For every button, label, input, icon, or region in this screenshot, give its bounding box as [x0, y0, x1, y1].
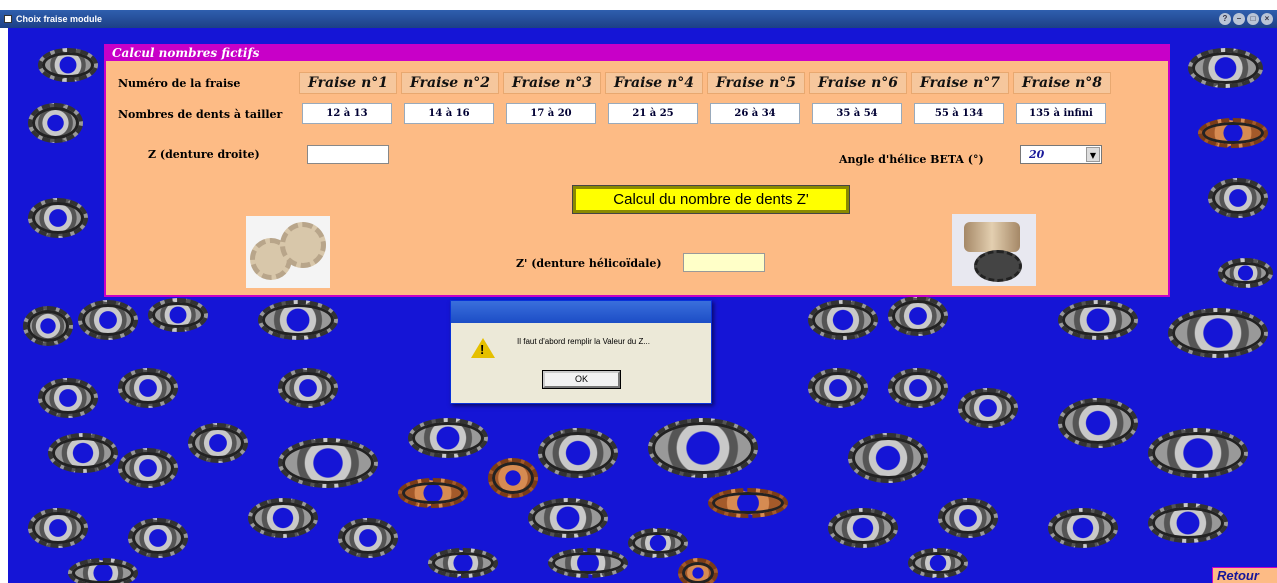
- beta-value: 20: [1029, 148, 1045, 161]
- fraise-header-8: Fraise n°8: [1013, 72, 1111, 94]
- cutter-image: [888, 296, 948, 336]
- cutter-image: [648, 418, 758, 478]
- teeth-range-1: 12 à 13: [302, 103, 392, 124]
- z-label: Z (denture droite): [148, 148, 260, 161]
- teeth-range-6: 35 à 54: [812, 103, 902, 124]
- cutter-image: [1188, 48, 1263, 88]
- cutter-image: [678, 558, 718, 583]
- app-icon: [4, 15, 12, 23]
- cutter-image: [398, 478, 468, 508]
- beta-select[interactable]: 20 ▼: [1020, 145, 1102, 164]
- cutter-image: [188, 423, 248, 463]
- cutter-image: [628, 528, 688, 558]
- zprime-label: Z' (denture hélicoïdale): [516, 257, 662, 270]
- cutter-image: [28, 103, 83, 143]
- maximize-icon[interactable]: □: [1247, 13, 1259, 25]
- teeth-range-4: 21 à 25: [608, 103, 698, 124]
- cutter-image: [248, 498, 318, 538]
- gear-icon: [280, 222, 326, 268]
- cutter-image: [808, 300, 878, 340]
- cutter-image: [1198, 118, 1268, 148]
- fraise-header-6: Fraise n°6: [809, 72, 907, 94]
- cutter-image: [68, 558, 138, 583]
- cutter-image: [28, 508, 88, 548]
- cutter-image: [848, 433, 928, 483]
- cutter-image: [938, 498, 998, 538]
- ok-button[interactable]: OK: [542, 370, 621, 389]
- fraise-header-2: Fraise n°2: [401, 72, 499, 94]
- cutter-image: [258, 300, 338, 340]
- teeth-range-7: 55 à 134: [914, 103, 1004, 124]
- cutter-image: [488, 458, 538, 498]
- cutter-image: [538, 428, 618, 478]
- cutter-image: [828, 508, 898, 548]
- fraise-header-4: Fraise n°4: [605, 72, 703, 94]
- cutter-image: [1048, 508, 1118, 548]
- cutter-image: [48, 433, 118, 473]
- fraise-number-label: Numéro de la fraise: [118, 77, 241, 90]
- cutter-image: [548, 548, 628, 578]
- window-titlebar: Choix fraise module ? – □ ×: [0, 10, 1277, 28]
- cutter-image: [38, 378, 98, 418]
- cutter-image: [278, 368, 338, 408]
- cutter-image: [908, 548, 968, 578]
- cutter-image: [888, 368, 948, 408]
- cutter-image: [958, 388, 1018, 428]
- cutter-image: [1218, 258, 1273, 288]
- cutter-image: [1058, 300, 1138, 340]
- beta-label: Angle d'hélice BETA (°): [839, 153, 984, 166]
- cutter-image: [28, 198, 88, 238]
- cutter-image: [78, 300, 138, 340]
- retour-button[interactable]: Retour: [1212, 567, 1277, 583]
- calcul-panel: Calcul nombres fictifs Numéro de la frai…: [104, 44, 1170, 297]
- cutter-image: [1148, 428, 1248, 478]
- spur-gears-image: [246, 216, 330, 288]
- warning-dialog: ! Il faut d'abord remplir la Valeur du Z…: [450, 300, 712, 404]
- minimize-icon[interactable]: –: [1233, 13, 1245, 25]
- panel-title: Calcul nombres fictifs: [106, 46, 1168, 61]
- cutter-image: [118, 448, 178, 488]
- fraise-header-1: Fraise n°1: [299, 72, 397, 94]
- fraise-header-5: Fraise n°5: [707, 72, 805, 94]
- window-title: Choix fraise module: [16, 14, 103, 24]
- cutter-image: [428, 548, 498, 578]
- teeth-range-3: 17 à 20: [506, 103, 596, 124]
- z-input[interactable]: [307, 145, 389, 164]
- cutter-image: [408, 418, 488, 458]
- cutter-image: [808, 368, 868, 408]
- cutter-image: [118, 368, 178, 408]
- warning-icon: !: [471, 338, 495, 358]
- cutter-image: [148, 298, 208, 332]
- cutter-image: [1168, 308, 1268, 358]
- dialog-titlebar: [451, 301, 711, 323]
- cutter-image: [708, 488, 788, 518]
- teeth-label: Nombres de dents à tailler: [118, 108, 283, 121]
- teeth-range-2: 14 à 16: [404, 103, 494, 124]
- teeth-range-5: 26 à 34: [710, 103, 800, 124]
- helical-gear-image: [952, 214, 1036, 286]
- cutter-image: [1148, 503, 1228, 543]
- calc-z-prime-button[interactable]: Calcul du nombre de dents Z': [572, 185, 850, 214]
- cutter-image: [338, 518, 398, 558]
- cutter-image: [23, 306, 73, 346]
- cutter-image: [1208, 178, 1268, 218]
- gear-icon: [974, 250, 1022, 282]
- dropdown-arrow-icon[interactable]: ▼: [1086, 147, 1100, 162]
- cutter-image: [278, 438, 378, 488]
- teeth-range-8: 135 à infini: [1016, 103, 1106, 124]
- cutter-image: [128, 518, 188, 558]
- fraise-header-3: Fraise n°3: [503, 72, 601, 94]
- window-controls: ? – □ ×: [1219, 13, 1273, 25]
- helical-gear-icon: [964, 222, 1020, 252]
- cutter-image: [1058, 398, 1138, 448]
- zprime-output[interactable]: [683, 253, 765, 272]
- cutter-image: [528, 498, 608, 538]
- close-icon[interactable]: ×: [1261, 13, 1273, 25]
- help-icon[interactable]: ?: [1219, 13, 1231, 25]
- dialog-message: Il faut d'abord remplir la Valeur du Z..…: [517, 337, 650, 346]
- fraise-header-7: Fraise n°7: [911, 72, 1009, 94]
- cutter-image: [38, 48, 98, 82]
